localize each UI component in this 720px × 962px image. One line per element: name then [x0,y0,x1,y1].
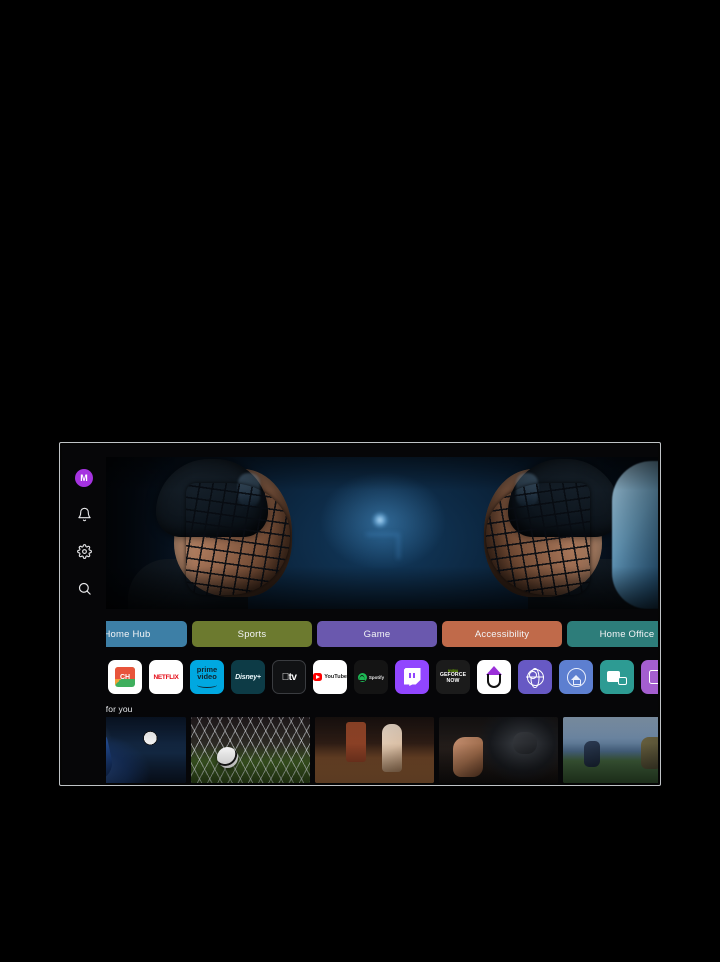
app-tile-smartthings[interactable] [559,660,593,694]
app-tile-screen-mirror[interactable] [641,660,658,694]
app-label: video [197,672,217,682]
category-label: Sports [237,628,267,640]
category-row: Home Hub Sports Game Accessibility Home … [67,621,658,647]
category-label: Home Office [599,628,655,640]
screen-secondary-icon [618,676,627,685]
browser-globe-icon [526,668,544,686]
netflix-icon: NETFLIX [153,673,179,681]
disney-plus-icon: Disney+ [235,673,261,681]
app-tile-youtube[interactable]: YouTube [313,660,347,694]
search-icon [78,582,91,595]
category-tile-accessibility[interactable]: Accessibility [442,621,562,647]
app-label: NOW [446,678,460,684]
category-tile-game[interactable]: Game [317,621,437,647]
category-tile-sports[interactable]: Sports [192,621,312,647]
app-tile-netflix[interactable]: NETFLIX [149,660,183,694]
thumbnail-overlay [563,717,658,783]
app-label: YouTube [324,674,347,680]
spotify-icon [357,672,367,682]
apple-tv-icon: tv [282,671,297,683]
app-shortcut-row: APPS CH NETFLIX prime video Disney+ [67,660,658,694]
app-tile-spotify[interactable]: Spotify [354,660,388,694]
category-label: Home Hub [103,628,151,640]
thumbnail-overlay [191,717,310,783]
top-pick-card-4[interactable] [439,717,558,783]
hero-vignette [106,457,658,609]
u-letter-shape [487,674,501,688]
app-tile-twitch[interactable] [395,660,429,694]
thumbnail-overlay [439,717,558,783]
screenshot-root: M Home Hub Sports Game Accessibility Hom… [0,0,720,962]
app-label: CH [119,673,131,681]
home-icon [571,674,582,685]
app-tile-prime-video[interactable]: prime video [190,660,224,694]
app-tile-internet[interactable] [518,660,552,694]
u-app-icon [485,666,503,688]
app-tile-multi-view[interactable] [600,660,634,694]
app-tile-u[interactable] [477,660,511,694]
top-pick-card-3[interactable] [315,717,434,783]
youtube-icon [313,672,323,682]
amazon-smile-icon [197,682,217,689]
screen-mirror-icon [648,670,658,684]
sidebar-item-notifications[interactable] [74,504,94,524]
hero-artwork [106,457,658,609]
top-picks-row [67,717,658,783]
app-label: Spotify [368,674,385,680]
category-label: Game [363,628,391,640]
app-tile-apple-tv[interactable]: tv [272,660,306,694]
app-tile-geforce-now[interactable]: NVIDIA GEFORCE NOW [436,660,470,694]
tv-screen: M Home Hub Sports Game Accessibility Hom… [62,445,658,783]
avatar: M [80,472,88,483]
multi-view-icon [607,670,627,685]
top-pick-card-5[interactable] [563,717,658,783]
samsung-tv-plus-icon: CH [115,667,135,687]
thumbnail-overlay [315,717,434,783]
sidebar-item-search[interactable] [74,578,94,598]
hero-banner[interactable] [106,457,658,609]
sidebar: M [62,445,106,783]
app-tile-disney-plus[interactable]: Disney+ [231,660,265,694]
sidebar-item-profile[interactable]: M [75,469,93,487]
tv-frame: M Home Hub Sports Game Accessibility Hom… [59,442,661,786]
bell-icon [77,507,91,521]
gear-icon [76,543,92,559]
category-label: Accessibility [474,628,530,640]
sidebar-item-settings[interactable] [74,541,94,561]
app-tile-samsung-tv-plus[interactable]: CH [108,660,142,694]
smartthings-icon [566,667,586,687]
category-tile-home-office[interactable]: Home Office [567,621,658,647]
top-pick-card-2[interactable] [191,717,310,783]
twitch-icon [403,668,421,686]
